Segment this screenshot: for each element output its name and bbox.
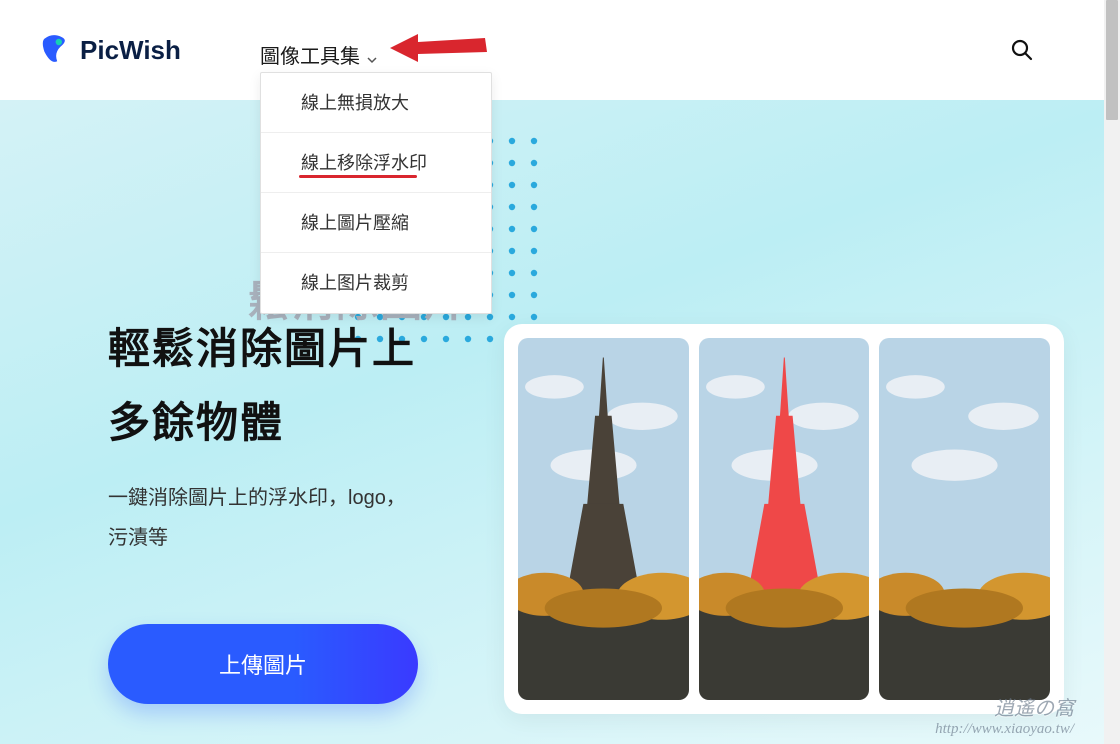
demo-frame-highlighted [699,338,870,700]
demo-image-panel [504,324,1064,714]
brand-name: PicWish [80,35,181,66]
nav-tools-dropdown-trigger[interactable]: 圖像工具集 [260,40,378,69]
upload-image-button[interactable]: 上傳圖片 [108,624,418,704]
picwish-logo-icon [38,34,70,66]
dropdown-item-label: 線上移除浮水印 [301,153,427,173]
dropdown-item-label: 線上圖片壓縮 [301,213,409,233]
annotation-underline [299,175,417,178]
dropdown-item-label: 線上图片裁剪 [301,273,409,293]
hero-headline-line2: 多餘物體 [108,386,416,460]
demo-frame-original [518,338,689,700]
page-scrollbar-track[interactable] [1104,0,1120,744]
brand-logo[interactable]: PicWish [38,34,181,66]
watermark-url: http://www.xiaoyao.tw/ [935,721,1074,738]
hero-headline-line1: 輕鬆消除圖片上 [108,312,416,386]
chevron-down-icon [366,49,378,61]
dropdown-item-remove-watermark[interactable]: 線上移除浮水印 [261,133,491,193]
watermark-title: 逍遙の窩 [935,692,1074,721]
dropdown-item-crop[interactable]: 線上图片裁剪 [261,253,491,313]
dropdown-item-compress[interactable]: 線上圖片壓縮 [261,193,491,253]
cta-label: 上傳圖片 [219,648,307,680]
site-header: PicWish 圖像工具集 [0,0,1104,100]
hero-subline: 一鍵消除圖片上的浮水印，logo， 污漬等 [108,478,406,558]
hero-headline: 輕鬆消除圖片上 多餘物體 [108,312,416,459]
source-watermark: 逍遙の窩 http://www.xiaoyao.tw/ [935,692,1074,738]
hero-subline-line2: 污漬等 [108,518,406,558]
hero-subline-line1: 一鍵消除圖片上的浮水印，logo， [108,478,406,518]
search-icon [1010,38,1034,62]
demo-frame-removed [879,338,1050,700]
nav-tools-label: 圖像工具集 [260,40,360,69]
page-scrollbar-thumb[interactable] [1106,0,1118,120]
dropdown-item-label: 線上無損放大 [301,93,409,113]
tools-dropdown-menu: 線上無損放大 線上移除浮水印 線上圖片壓縮 線上图片裁剪 [260,72,492,314]
dropdown-item-enlarge[interactable]: 線上無損放大 [261,73,491,133]
search-button[interactable] [1010,38,1034,62]
